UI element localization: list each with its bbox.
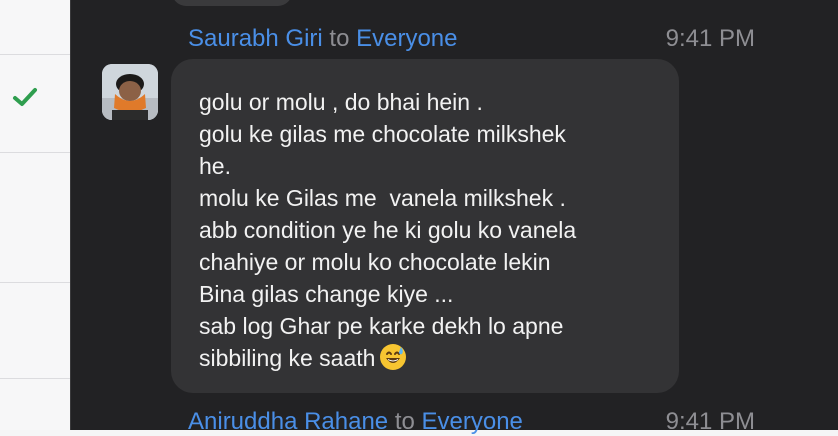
message-line: molu ke Gilas me vanela milkshek . — [199, 185, 566, 211]
list-divider — [0, 152, 70, 153]
message-line: sab log Ghar pe karke dekh lo apne — [199, 313, 564, 339]
message-header: Saurabh Giri to Everyone — [188, 25, 457, 53]
to-label: to — [394, 408, 415, 435]
next-message-header: Aniruddha Rahane to Everyone — [188, 408, 523, 436]
message-text: golu or molu , do bhai hein . golu ke gi… — [199, 86, 576, 374]
message-bubble[interactable]: golu or molu , do bhai hein . golu ke gi… — [171, 59, 679, 393]
check-icon — [13, 88, 37, 106]
sender-name[interactable]: Aniruddha Rahane — [188, 408, 388, 435]
message-line: sibbiling ke saath — [199, 345, 376, 371]
list-divider — [0, 54, 70, 55]
list-divider — [0, 378, 70, 379]
sender-name[interactable]: Saurabh Giri — [188, 25, 323, 52]
message-line: golu or molu , do bhai hein . — [199, 89, 483, 115]
next-message-time: 9:41 PM — [665, 408, 755, 435]
sweat-smile-emoji-icon — [380, 344, 407, 370]
message-line: Bina gilas change kiye ... — [199, 281, 454, 307]
previous-message-bubble — [172, 0, 292, 6]
avatar[interactable] — [102, 64, 158, 120]
message-line: abb condition ye he ki golu ko vanela — [199, 217, 577, 243]
message-line: golu ke gilas me chocolate milkshek — [199, 121, 566, 147]
audience-name[interactable]: Everyone — [422, 408, 523, 435]
message-line: chahiye or molu ko chocolate lekin — [199, 249, 551, 275]
participant-list-pane — [0, 0, 70, 430]
message-time: 9:41 PM — [665, 25, 755, 52]
audience-name[interactable]: Everyone — [356, 25, 457, 52]
message-line: he. — [199, 153, 231, 179]
list-divider — [0, 282, 70, 283]
to-label: to — [329, 25, 350, 52]
